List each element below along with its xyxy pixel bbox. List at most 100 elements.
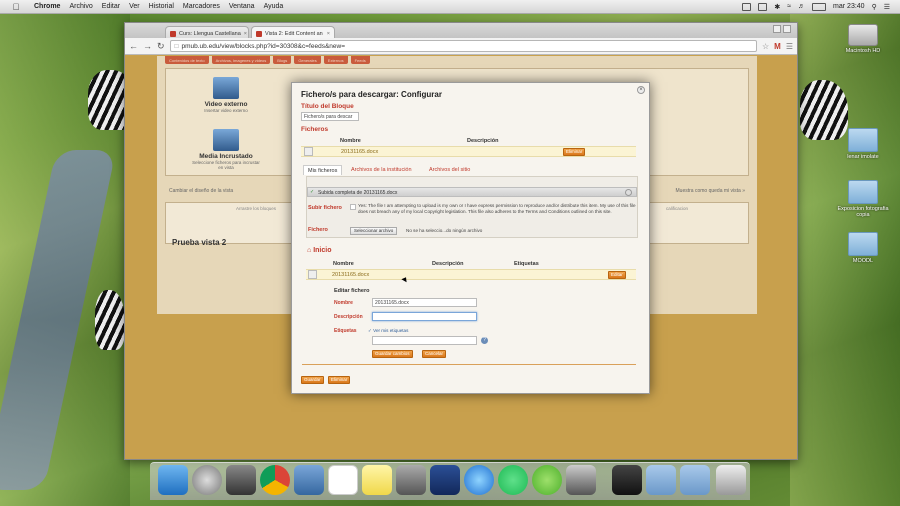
edit-desc-input[interactable] — [372, 312, 477, 321]
list-file-name[interactable]: 20131165.docx — [332, 272, 369, 278]
lexicon-icon[interactable] — [430, 465, 460, 495]
delete-button[interactable]: Eliminar — [328, 376, 351, 384]
video-app-icon[interactable] — [566, 465, 596, 495]
folder-icon — [848, 128, 878, 152]
applications-folder-icon[interactable] — [646, 465, 676, 495]
close-message-icon[interactable] — [625, 189, 632, 196]
remove-file-button[interactable]: Eliminar — [563, 148, 586, 156]
launchpad-icon[interactable] — [192, 465, 222, 495]
menu-editar[interactable]: Editar — [102, 3, 120, 10]
edit-file-button[interactable]: Editar — [608, 271, 626, 279]
gmail-icon[interactable]: M — [774, 42, 781, 51]
help-icon[interactable]: ? — [481, 337, 488, 344]
back-icon[interactable]: ← — [129, 41, 138, 51]
category-tab[interactable]: Feeds — [350, 56, 370, 64]
minimize-icon[interactable] — [773, 25, 781, 33]
trash-icon[interactable] — [716, 465, 746, 495]
calification-label: calificacion — [665, 206, 688, 211]
desktop-icon-folder[interactable]: Exposicion fotografia copia — [836, 180, 890, 218]
menu-icon[interactable]: ☰ — [786, 42, 793, 51]
category-tab[interactable]: Externos — [323, 56, 348, 64]
apple-icon[interactable]:  — [10, 2, 22, 12]
menu-ventana[interactable]: Ventana — [229, 3, 255, 10]
wifi-icon[interactable]: ≈ — [787, 3, 791, 10]
choose-file-button[interactable]: Seleccionar archivo — [350, 227, 398, 235]
battery-icon[interactable] — [812, 2, 827, 11]
edit-name-input[interactable]: 20131165.docx — [372, 298, 477, 307]
close-tab-icon[interactable]: × — [327, 31, 330, 37]
list-icon[interactable]: ☰ — [884, 3, 890, 11]
block-media-incrustado[interactable]: Media Incrustado Seleccione ficheros par… — [191, 129, 261, 170]
menu-app-name[interactable]: Chrome — [34, 3, 60, 10]
category-tab[interactable]: Blogs — [273, 56, 292, 64]
notes-icon[interactable] — [362, 465, 392, 495]
menu-ver[interactable]: Ver — [129, 3, 140, 10]
list-col-nombre: Nombre — [333, 261, 354, 267]
mail-icon[interactable] — [294, 465, 324, 495]
block-title-input[interactable]: Fichero/s para descar — [301, 112, 359, 121]
itunes-icon[interactable] — [464, 465, 494, 495]
consent-text: Yes: The file I am attempting to upload … — [358, 203, 636, 214]
block-video-externo[interactable]: Video externo Insertar video externo — [191, 77, 261, 113]
menu-historial[interactable]: Historial — [149, 3, 174, 10]
reload-icon[interactable]: ↻ — [157, 41, 165, 52]
cancel-edit-button[interactable]: Cancelar — [422, 350, 447, 358]
category-tab[interactable]: Archivos, imagenes y videos — [211, 56, 271, 64]
change-design-link[interactable]: Cambiar el diseño de la vista — [169, 188, 233, 194]
tab-curs[interactable]: Curs: Llengua Castellana × — [165, 26, 249, 38]
tab-vista[interactable]: Vista 2: Edit Content an × — [251, 26, 335, 38]
close-tab-icon[interactable]: × — [244, 31, 247, 37]
save-button[interactable]: Guardar — [301, 376, 324, 384]
consent-checkbox[interactable] — [350, 204, 356, 210]
category-tab[interactable]: Contenidos de texto — [165, 56, 209, 64]
subtab-institution[interactable]: Archivos de la institución — [347, 165, 416, 175]
favicon-icon — [256, 31, 262, 37]
screen-recorder-icon[interactable] — [612, 465, 642, 495]
menu-ayuda[interactable]: Ayuda — [264, 3, 284, 10]
menu-archivo[interactable]: Archivo — [69, 3, 92, 10]
utorrent-icon[interactable] — [532, 465, 562, 495]
list-col-descripcion: Descripción — [432, 261, 464, 267]
page-icon: □ — [174, 42, 179, 50]
edit-name-label: Nombre — [334, 300, 353, 306]
zebra-image — [95, 290, 125, 350]
edit-tags-input[interactable] — [372, 336, 477, 345]
clock[interactable]: mar 23:40 — [833, 3, 865, 10]
finder-icon[interactable] — [158, 465, 188, 495]
restore-icon[interactable] — [783, 25, 791, 33]
file-type-icon — [304, 147, 313, 156]
system-preferences-icon[interactable] — [396, 465, 426, 495]
desktop-icon-folder[interactable]: MOODL — [836, 232, 890, 264]
breadcrumb-home[interactable]: ⌂ Inicio — [307, 247, 331, 254]
category-tab[interactable]: Generales — [294, 56, 321, 64]
subtab-site[interactable]: Archivos del sitio — [425, 165, 474, 175]
forward-icon[interactable]: → — [143, 41, 152, 51]
close-dialog-icon[interactable]: × — [637, 86, 645, 94]
status-icon[interactable] — [742, 2, 752, 11]
mission-control-icon[interactable] — [226, 465, 256, 495]
volume-icon[interactable]: ♬ — [798, 3, 805, 10]
col-descripcion: Descripción — [467, 138, 499, 144]
dialog-title: Fichero/s para descargar: Configurar — [301, 90, 442, 99]
downloads-folder-icon[interactable] — [680, 465, 710, 495]
spotify-icon[interactable] — [498, 465, 528, 495]
chrome-icon[interactable] — [260, 465, 290, 495]
media-icon — [213, 129, 239, 151]
search-icon[interactable]: ⚲ — [872, 3, 877, 11]
bluetooth-icon[interactable]: ✱ — [774, 3, 780, 11]
show-view-link[interactable]: Muestra como queda mi vista » — [676, 188, 745, 194]
my-tags-link[interactable]: ✓ Ver mis etiquetas — [368, 328, 408, 334]
files-label: Ficheros — [301, 126, 329, 133]
desktop-icon-hd[interactable]: Macintosh HD — [836, 24, 890, 54]
calendar-icon[interactable] — [328, 465, 358, 495]
desktop-icon-folder[interactable]: lenar imolate — [836, 128, 890, 160]
save-changes-button[interactable]: Guardar cambios — [372, 350, 413, 358]
subtab-my-files[interactable]: Mis ficheros — [303, 165, 343, 175]
file-list-row[interactable]: 20131165.docx Editar — [306, 269, 636, 280]
config-dialog: × Fichero/s para descargar: Configurar T… — [291, 82, 650, 394]
status-icon[interactable] — [758, 2, 768, 11]
star-icon[interactable]: ☆ — [762, 42, 769, 51]
address-bar[interactable]: □ pmub.ub.edu/view/blocks.php?id=30308&c… — [169, 40, 757, 52]
attached-file-name: 20131165.docx — [341, 149, 379, 155]
menu-marcadores[interactable]: Marcadores — [183, 3, 220, 10]
